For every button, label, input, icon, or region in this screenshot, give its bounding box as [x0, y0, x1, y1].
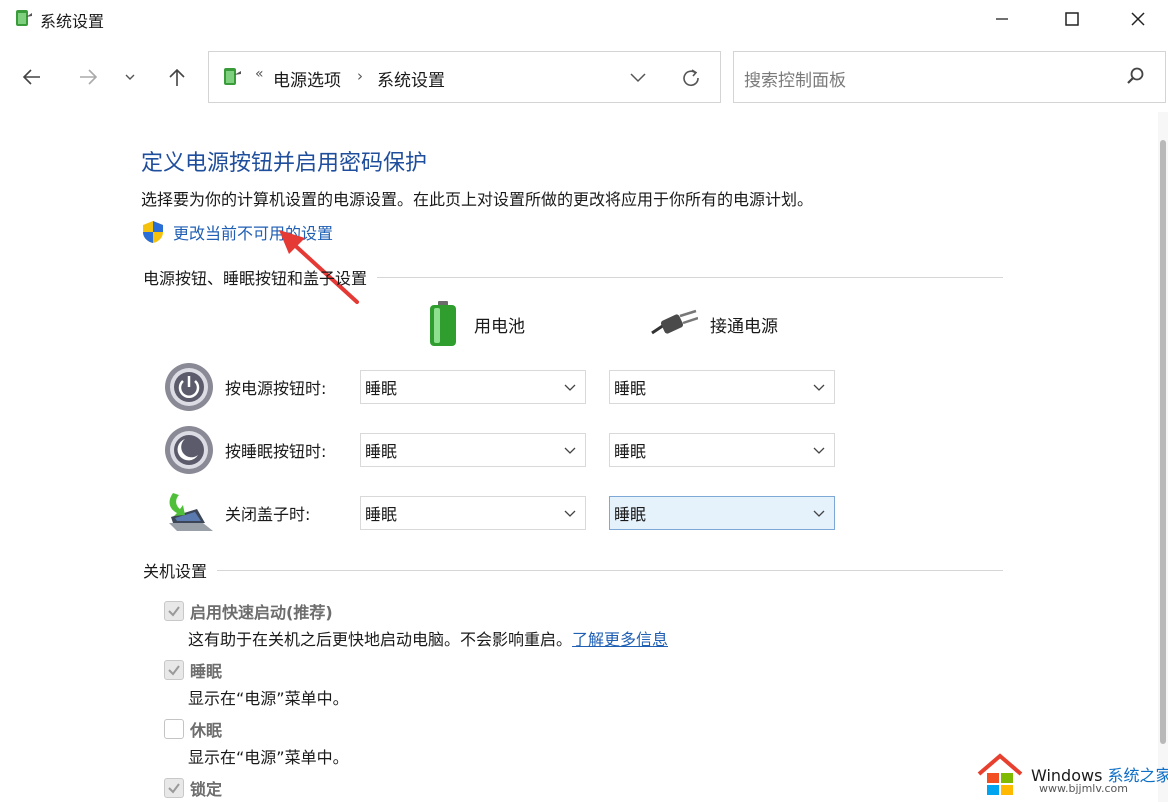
- lid-close-plugged-select[interactable]: 睡眠: [609, 496, 835, 530]
- buttons-section-header: 电源按钮、睡眠按钮和盖子设置: [143, 266, 1003, 288]
- watermark-url: www.bjjmlv.com: [1039, 782, 1128, 795]
- select-value: 睡眠: [614, 442, 647, 461]
- scrollbar-thumb[interactable]: [1160, 140, 1166, 744]
- sleep-checkbox[interactable]: [164, 660, 184, 680]
- fast-startup-description: 这有助于在关机之后更快地启动电脑。不会影响重启。了解更多信息: [188, 626, 668, 650]
- column-plugged-label: 接通电源: [710, 316, 778, 337]
- chevron-down-icon: [564, 447, 576, 454]
- close-button[interactable]: [1108, 0, 1168, 38]
- hibernate-checkbox[interactable]: [164, 719, 184, 739]
- buttons-section-title: 电源按钮、睡眠按钮和盖子设置: [143, 269, 368, 288]
- lock-option-label: 锁定: [190, 780, 223, 799]
- power-button-icon: [165, 363, 213, 411]
- search-input[interactable]: 搜索控制面板: [744, 66, 846, 91]
- search-box[interactable]: 搜索控制面板: [733, 51, 1166, 103]
- chevron-down-icon: [564, 384, 576, 391]
- column-battery-label: 用电池: [474, 316, 525, 337]
- refresh-icon[interactable]: [679, 66, 703, 90]
- fast-startup-desc-text: 这有助于在关机之后更快地启动电脑。不会影响重启。: [188, 630, 573, 649]
- uac-shield-icon: [143, 221, 163, 243]
- power-button-label: 按电源按钮时:: [225, 379, 327, 398]
- watermark: Windows 系统之家 www.bjjmlv.com: [975, 752, 1168, 800]
- address-bar[interactable]: « 电源选项 › 系统设置: [208, 51, 721, 103]
- chevron-down-icon[interactable]: [627, 66, 649, 88]
- lid-close-label: 关闭盖子时:: [225, 505, 311, 524]
- minimize-icon: [996, 18, 1008, 20]
- maximize-icon: [1065, 12, 1079, 26]
- close-icon: [1131, 12, 1145, 26]
- chevron-down-icon: [813, 510, 825, 517]
- fast-startup-label: 启用快速启动(推荐): [190, 603, 333, 622]
- recent-locations-button[interactable]: [120, 63, 140, 91]
- select-value: 睡眠: [365, 379, 398, 398]
- power-plug-icon: [651, 309, 698, 335]
- chevron-down-icon: [564, 510, 576, 517]
- title-bar: 系统设置: [0, 0, 1168, 38]
- page-description: 选择要为你的计算机设置的电源设置。在此页上对设置所做的更改将应用于你所有的电源计…: [141, 190, 814, 209]
- sleep-option-description: 显示在“电源”菜单中。: [188, 689, 349, 708]
- chevron-down-icon: [813, 384, 825, 391]
- select-value: 睡眠: [614, 505, 647, 524]
- arrow-right-icon: [80, 69, 98, 85]
- chevron-down-icon: [813, 447, 825, 454]
- battery-icon: [430, 301, 456, 346]
- sleep-button-label: 按睡眠按钮时:: [225, 442, 327, 461]
- arrow-left-icon: [22, 69, 40, 85]
- breadcrumb-separator[interactable]: ›: [357, 67, 363, 85]
- forward-button[interactable]: [74, 63, 102, 91]
- section-divider: [217, 569, 1003, 571]
- breadcrumb-overflow[interactable]: «: [255, 66, 264, 82]
- sleep-option-label: 睡眠: [190, 662, 223, 681]
- window-title: 系统设置: [40, 12, 105, 31]
- back-button[interactable]: [18, 63, 46, 91]
- sleep-button-icon: [165, 426, 213, 474]
- section-divider: [377, 276, 1003, 278]
- checkmark-icon: [168, 783, 180, 794]
- search-icon[interactable]: [1126, 66, 1146, 86]
- shutdown-section-header: 关机设置: [143, 559, 1003, 581]
- hibernate-option-description: 显示在“电源”菜单中。: [188, 748, 349, 767]
- checkmark-icon: [168, 665, 180, 676]
- breadcrumb-power-options[interactable]: 电源选项: [273, 66, 341, 91]
- lid-close-battery-select[interactable]: 睡眠: [360, 496, 586, 530]
- arrow-up-icon: [169, 68, 185, 86]
- laptop-lid-icon: [169, 493, 213, 531]
- breadcrumb-system-settings[interactable]: 系统设置: [377, 66, 445, 91]
- column-plugged-in: 接通电源: [650, 300, 778, 348]
- shutdown-section-title: 关机设置: [143, 562, 208, 581]
- sleep-button-plugged-select[interactable]: 睡眠: [609, 433, 835, 467]
- hibernate-option-label: 休眠: [190, 721, 223, 740]
- select-value: 睡眠: [614, 379, 647, 398]
- page-title: 定义电源按钮并启用密码保护: [141, 151, 428, 176]
- power-button-plugged-select[interactable]: 睡眠: [609, 370, 835, 404]
- select-value: 睡眠: [365, 505, 398, 524]
- power-button-battery-select[interactable]: 睡眠: [360, 370, 586, 404]
- power-options-icon: [16, 10, 32, 26]
- column-battery: 用电池: [426, 300, 525, 348]
- maximize-button[interactable]: [1037, 0, 1107, 38]
- sleep-button-battery-select[interactable]: 睡眠: [360, 433, 586, 467]
- fast-startup-checkbox[interactable]: [164, 601, 184, 621]
- minimize-button[interactable]: [967, 0, 1037, 38]
- checkmark-icon: [168, 606, 180, 617]
- up-button[interactable]: [163, 63, 191, 91]
- lock-checkbox[interactable]: [164, 778, 184, 798]
- select-value: 睡眠: [365, 442, 398, 461]
- learn-more-link[interactable]: 了解更多信息: [572, 630, 668, 649]
- house-logo-icon: [977, 753, 1023, 795]
- chevron-down-icon: [125, 74, 135, 80]
- power-options-icon: [224, 68, 241, 85]
